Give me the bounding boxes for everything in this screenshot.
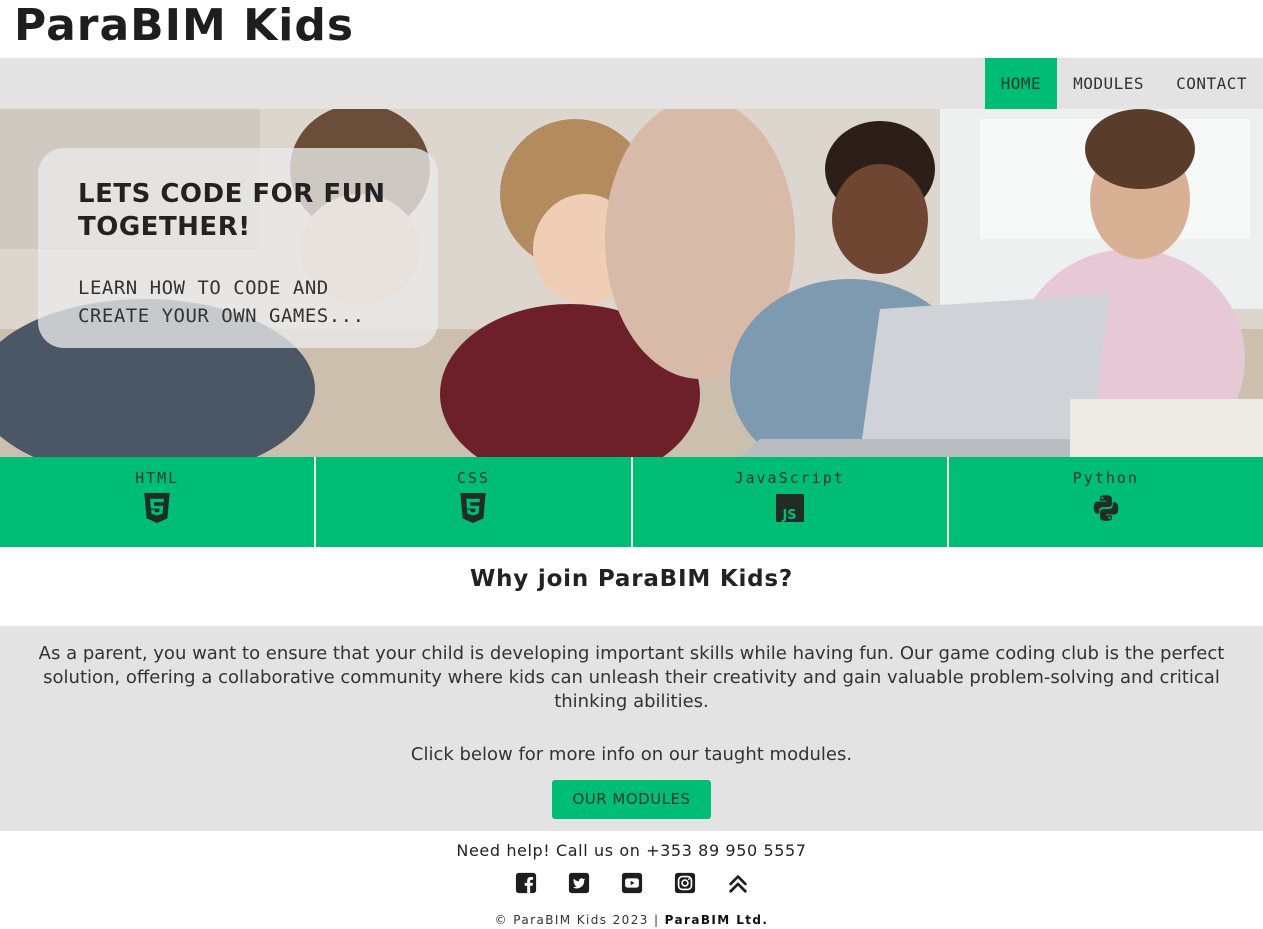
back-to-top-icon[interactable] xyxy=(727,872,749,894)
language-label: HTML xyxy=(135,469,180,487)
footer-help-text: Need help! Call us on +353 89 950 5557 xyxy=(456,841,807,860)
language-label: JavaScript xyxy=(734,469,845,487)
language-label: CSS xyxy=(456,469,490,487)
copyright-text: © ParaBIM Kids 2023 | ParaBIM Ltd. xyxy=(0,913,1263,927)
language-css[interactable]: CSS xyxy=(316,457,633,547)
css3-icon xyxy=(460,493,487,523)
why-join-heading: Why join ParaBIM Kids? xyxy=(469,566,794,592)
nav-list: HOME MODULES CONTACT xyxy=(984,58,1263,109)
info-cta-text: Click below for more info on our taught … xyxy=(410,744,853,765)
youtube-icon[interactable] xyxy=(621,872,643,894)
info-paragraph: As a parent, you want to ensure that you… xyxy=(38,643,1225,712)
html5-icon xyxy=(144,493,170,523)
language-javascript[interactable]: JavaScript JS xyxy=(633,457,949,547)
hero-subtitle: LEARN HOW TO CODE AND CREATE YOUR OWN GA… xyxy=(78,277,365,327)
copyright-prefix: © ParaBIM Kids 2023 | xyxy=(494,913,665,927)
site-title: ParaBIM Kids xyxy=(14,0,355,51)
nav-item-modules[interactable]: MODULES xyxy=(1057,58,1160,109)
navbar: HOME MODULES CONTACT xyxy=(0,58,1263,109)
languages-bar: HTML CSS JavaScript JS Python xyxy=(0,457,1263,547)
language-python[interactable]: Python xyxy=(949,457,1263,547)
our-modules-button[interactable]: OUR MODULES xyxy=(552,780,711,819)
twitter-icon[interactable] xyxy=(568,872,590,894)
info-section: As a parent, you want to ensure that you… xyxy=(0,626,1263,831)
language-label: Python xyxy=(1072,469,1139,487)
language-html[interactable]: HTML xyxy=(0,457,317,547)
hero-card: LETS CODE FOR FUN TOGETHER! LEARN HOW TO… xyxy=(38,148,438,348)
js-icon: JS xyxy=(775,494,804,523)
copyright-company: ParaBIM Ltd. xyxy=(664,913,769,927)
python-icon xyxy=(1093,495,1119,521)
social-links xyxy=(0,872,1263,894)
nav-item-contact[interactable]: CONTACT xyxy=(1160,58,1263,109)
hero-banner: LETS CODE FOR FUN TOGETHER! LEARN HOW TO… xyxy=(0,109,1263,457)
facebook-icon[interactable] xyxy=(515,872,537,894)
hero-title: LETS CODE FOR FUN TOGETHER! xyxy=(78,179,386,242)
nav-item-home[interactable]: HOME xyxy=(984,58,1058,109)
svg-text:JS: JS xyxy=(781,508,796,523)
instagram-icon[interactable] xyxy=(674,872,696,894)
